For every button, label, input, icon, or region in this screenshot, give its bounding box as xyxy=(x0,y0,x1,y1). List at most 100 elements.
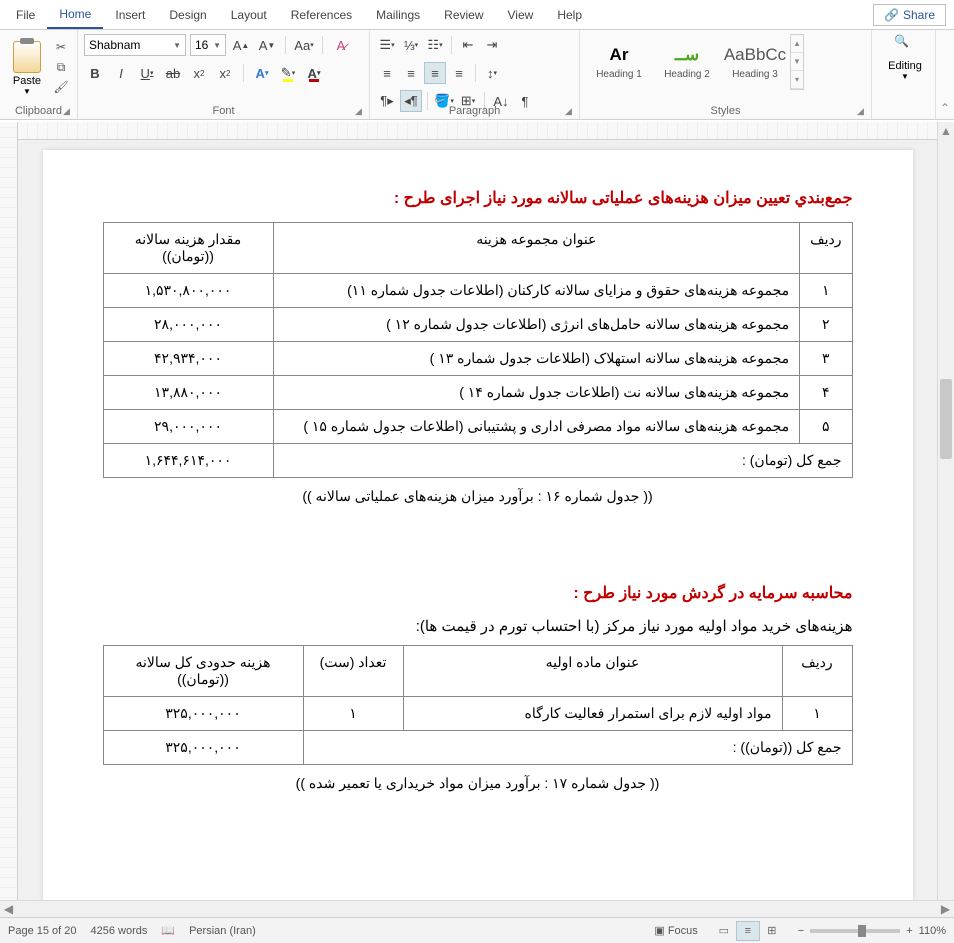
group-clipboard: Paste ▼ ✂ ⧉ 🖌 Clipboard ◢ xyxy=(0,30,78,119)
font-size-value: 16 xyxy=(195,38,208,52)
table-header-row: رديف عنوان ماده اوليه تعداد (ست) هزينه ح… xyxy=(103,646,852,697)
menu-insert[interactable]: Insert xyxy=(103,2,157,28)
menu-help[interactable]: Help xyxy=(545,2,594,28)
bold-button[interactable]: B xyxy=(84,62,106,84)
section-heading: محاسبه سرمايه در گردش مورد نياز طرح : xyxy=(103,583,853,603)
language-indicator[interactable]: Persian (Iran) xyxy=(189,925,256,937)
paste-button[interactable]: Paste ▼ xyxy=(6,34,48,102)
underline-button[interactable]: U▾ xyxy=(136,62,158,84)
page-indicator[interactable]: Page 15 of 20 xyxy=(8,925,77,937)
font-size-combo[interactable]: 16▼ xyxy=(190,34,226,56)
document-page[interactable]: جمع‌بندي تعيين ميزان هزينه‌های عملياتی س… xyxy=(43,150,913,907)
align-center-button[interactable]: ≡ xyxy=(400,62,422,84)
copy-button[interactable]: ⧉ xyxy=(52,58,70,76)
clear-formatting-button[interactable]: A̷ xyxy=(330,34,352,56)
menu-file[interactable]: File xyxy=(4,2,47,28)
style-heading3[interactable]: AaBbCc Heading 3 xyxy=(722,34,788,90)
focus-mode-button[interactable]: ▣ Focus xyxy=(654,924,697,937)
table-row: ۱ مواد اوليه لازم برای استمرار فعاليت كا… xyxy=(103,697,852,731)
font-color-button[interactable]: A▾ xyxy=(303,62,325,84)
menu-mailings[interactable]: Mailings xyxy=(364,2,432,28)
scroll-up-icon[interactable]: ▲ xyxy=(938,122,954,139)
menu-home[interactable]: Home xyxy=(47,1,103,29)
read-mode-button[interactable]: ▭ xyxy=(712,921,736,941)
menu-view[interactable]: View xyxy=(496,2,546,28)
scroll-down-icon[interactable]: ▼ xyxy=(791,53,803,71)
editing-label: Editing xyxy=(888,60,922,72)
zoom-slider[interactable] xyxy=(810,929,900,933)
collapse-ribbon-button[interactable]: ⌃ xyxy=(936,30,954,119)
share-button[interactable]: 🔗 Share xyxy=(873,4,946,26)
menu-layout[interactable]: Layout xyxy=(219,2,279,28)
style-heading2[interactable]: ســ Heading 2 xyxy=(654,34,720,90)
table-row: ۳مجموعه هزينه‌های سالانه استهلاک (اطلاعا… xyxy=(103,342,852,376)
subscript-button[interactable]: x2 xyxy=(188,62,210,84)
table-row: ۴مجموعه هزينه‌های سالانه نت (اطلاعات جدو… xyxy=(103,376,852,410)
chevron-down-icon: ▼ xyxy=(173,41,181,50)
paragraph-launcher[interactable]: ◢ xyxy=(565,106,575,116)
col-qty: تعداد (ست) xyxy=(303,646,403,697)
zoom-out-button[interactable]: − xyxy=(798,925,804,937)
align-left-button[interactable]: ≡ xyxy=(376,62,398,84)
sub-heading: هزينه‌های خريد مواد اوليه مورد نياز مركز… xyxy=(103,617,853,635)
expand-icon[interactable]: ▾ xyxy=(791,71,803,89)
styles-launcher[interactable]: ◢ xyxy=(857,106,867,116)
group-font-label: Font xyxy=(78,105,369,117)
font-name-combo[interactable]: Shabnam ▼ xyxy=(84,34,186,56)
menu-references[interactable]: References xyxy=(279,2,364,28)
print-layout-button[interactable]: ≡ xyxy=(736,921,760,941)
web-layout-button[interactable]: ⊞ xyxy=(760,921,784,941)
justify-button[interactable]: ≡ xyxy=(448,62,470,84)
highlight-button[interactable]: ✎▾ xyxy=(277,62,299,84)
align-right-button[interactable]: ≡ xyxy=(424,62,446,84)
multilevel-button[interactable]: ☷▾ xyxy=(424,34,446,56)
style-name: Heading 2 xyxy=(664,69,710,80)
zoom-in-button[interactable]: + xyxy=(906,925,912,937)
table-header-row: رديف عنوان مجموعه هزينه مقدار هزينه سالا… xyxy=(103,223,852,274)
style-heading1[interactable]: Ar Heading 1 xyxy=(586,34,652,90)
font-launcher[interactable]: ◢ xyxy=(355,106,365,116)
scroll-left-icon[interactable]: ◀ xyxy=(0,901,17,917)
menu-review[interactable]: Review xyxy=(432,2,495,28)
group-styles: Ar Heading 1 ســ Heading 2 AaBbCc Headin… xyxy=(580,30,872,119)
view-buttons: ▭ ≡ ⊞ xyxy=(712,921,784,941)
font-name-value: Shabnam xyxy=(89,38,140,52)
ruler-horizontal[interactable] xyxy=(18,122,937,140)
scroll-up-icon[interactable]: ▲ xyxy=(791,35,803,53)
editing-button[interactable]: 🔍 Editing ▼ xyxy=(878,34,932,81)
word-count[interactable]: 4256 words xyxy=(91,925,148,937)
horizontal-scrollbar[interactable]: ◀ ▶ xyxy=(0,900,954,917)
italic-button[interactable]: I xyxy=(110,62,132,84)
chevron-down-icon: ▼ xyxy=(23,87,31,96)
zoom-control: − + 110% xyxy=(798,925,946,937)
table-caption: (( جدول شماره ۱۶ : برآورد ميزان هزينه‌ها… xyxy=(103,488,853,505)
change-case-button[interactable]: Aa▾ xyxy=(293,34,315,56)
paste-icon xyxy=(13,41,41,73)
text-effects-button[interactable]: A▾ xyxy=(251,62,273,84)
style-name: Heading 3 xyxy=(732,69,778,80)
scroll-thumb[interactable] xyxy=(940,379,952,459)
group-styles-label: Styles xyxy=(580,105,871,117)
style-preview: AaBbCc xyxy=(724,45,786,65)
table-row: ۲مجموعه هزينه‌های سالانه حامل‌های انرژی … xyxy=(103,308,852,342)
superscript-button[interactable]: x2 xyxy=(214,62,236,84)
shrink-font-button[interactable]: A▼ xyxy=(256,34,278,56)
cut-button[interactable]: ✂ xyxy=(52,38,70,56)
decrease-indent-button[interactable]: ⇤ xyxy=(457,34,479,56)
bullets-button[interactable]: ☰▾ xyxy=(376,34,398,56)
group-paragraph: ☰▾ ⅓▾ ☷▾ ⇤ ⇥ ≡ ≡ ≡ ≡ ↕▾ ¶▸ ◂¶ 🪣▾ ⊞▾ xyxy=(370,30,580,119)
menu-design[interactable]: Design xyxy=(157,2,218,28)
ruler-vertical[interactable] xyxy=(0,122,18,917)
format-painter-button[interactable]: 🖌 xyxy=(52,78,70,96)
line-spacing-button[interactable]: ↕▾ xyxy=(481,62,503,84)
strikethrough-button[interactable]: ab xyxy=(162,62,184,84)
zoom-level[interactable]: 110% xyxy=(919,925,946,937)
increase-indent-button[interactable]: ⇥ xyxy=(481,34,503,56)
spellcheck-icon[interactable]: 📖 xyxy=(161,924,175,937)
numbering-button[interactable]: ⅓▾ xyxy=(400,34,422,56)
scroll-right-icon[interactable]: ▶ xyxy=(937,901,954,917)
clipboard-launcher[interactable]: ◢ xyxy=(63,106,73,116)
grow-font-button[interactable]: A▲ xyxy=(230,34,252,56)
styles-scroll[interactable]: ▲ ▼ ▾ xyxy=(790,34,804,90)
vertical-scrollbar[interactable]: ▲ ▼ xyxy=(937,122,954,917)
